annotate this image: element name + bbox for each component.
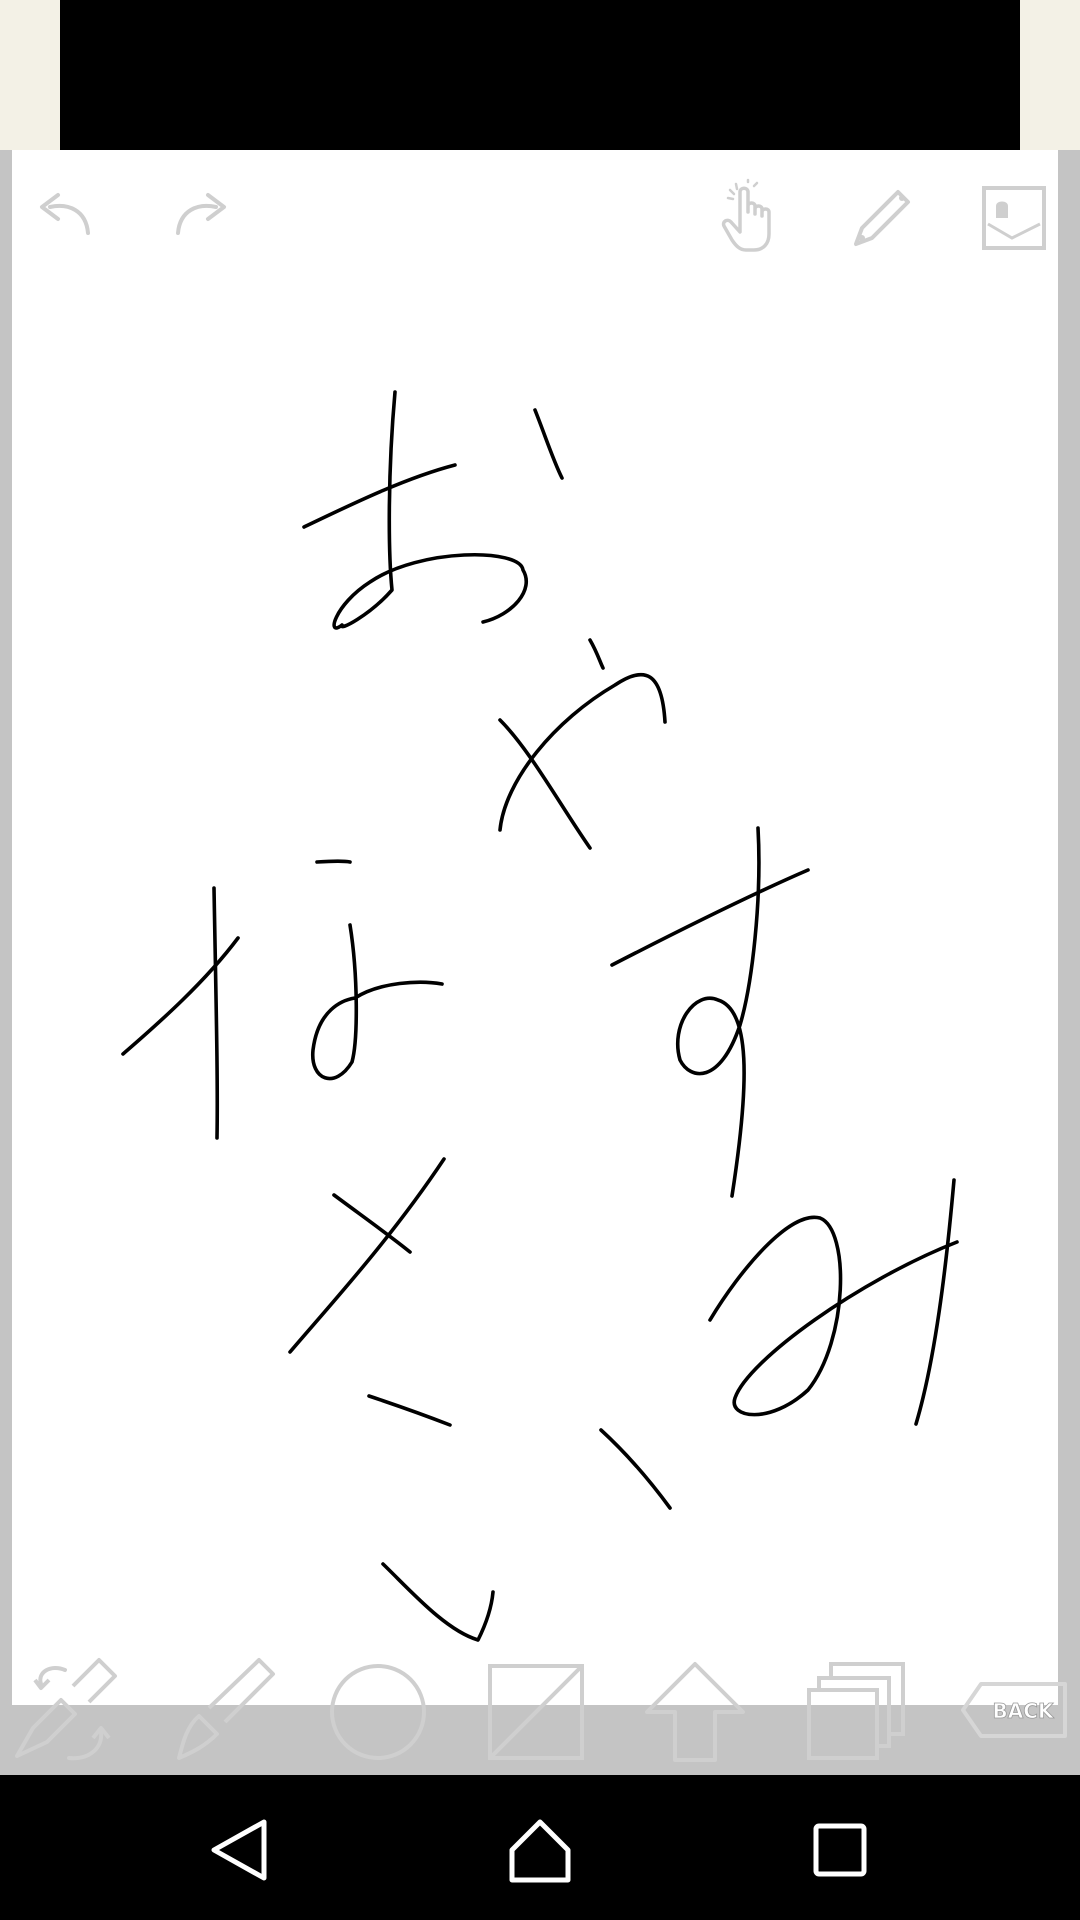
screen: BACK (0, 0, 1080, 1920)
circle-shape-button[interactable] (318, 1650, 438, 1770)
hand-pointer-icon (721, 178, 771, 252)
home-icon (509, 1819, 571, 1883)
redo-button[interactable] (148, 165, 248, 265)
upload-button[interactable] (635, 1650, 755, 1770)
undo-button[interactable] (18, 165, 118, 265)
nav-back-button[interactable] (185, 1795, 295, 1905)
square-shape-icon (488, 1664, 584, 1760)
image-icon (982, 186, 1046, 250)
hand-tool-button[interactable] (698, 168, 798, 268)
image-button[interactable] (964, 168, 1064, 268)
back-tool-button[interactable]: BACK (955, 1650, 1075, 1770)
triangle-back-icon (211, 1819, 267, 1881)
brush-swap-button[interactable] (5, 1650, 125, 1770)
back-label: BACK (993, 1699, 1055, 1723)
brush-icon (177, 1658, 275, 1760)
back-tag-icon: BACK (961, 1682, 1067, 1738)
brush-button[interactable] (163, 1650, 283, 1770)
square-shape-button[interactable] (476, 1650, 596, 1770)
undo-arrow-icon (40, 193, 90, 235)
nav-recent-button[interactable] (785, 1795, 895, 1905)
nav-home-button[interactable] (485, 1795, 595, 1905)
square-recent-icon (813, 1823, 867, 1877)
drawing-canvas[interactable] (12, 150, 1058, 1705)
layers-button[interactable] (795, 1650, 915, 1770)
pencil-tool-button[interactable] (832, 168, 932, 268)
redo-arrow-icon (176, 193, 226, 235)
brush-swap-icon (15, 1658, 117, 1761)
top-black-bar (60, 0, 1020, 150)
system-nav-bar (0, 1775, 1080, 1920)
layers-icon (807, 1662, 905, 1760)
upload-arrow-icon (645, 1662, 745, 1762)
pencil-icon (854, 190, 910, 246)
circle-shape-icon (330, 1664, 426, 1760)
